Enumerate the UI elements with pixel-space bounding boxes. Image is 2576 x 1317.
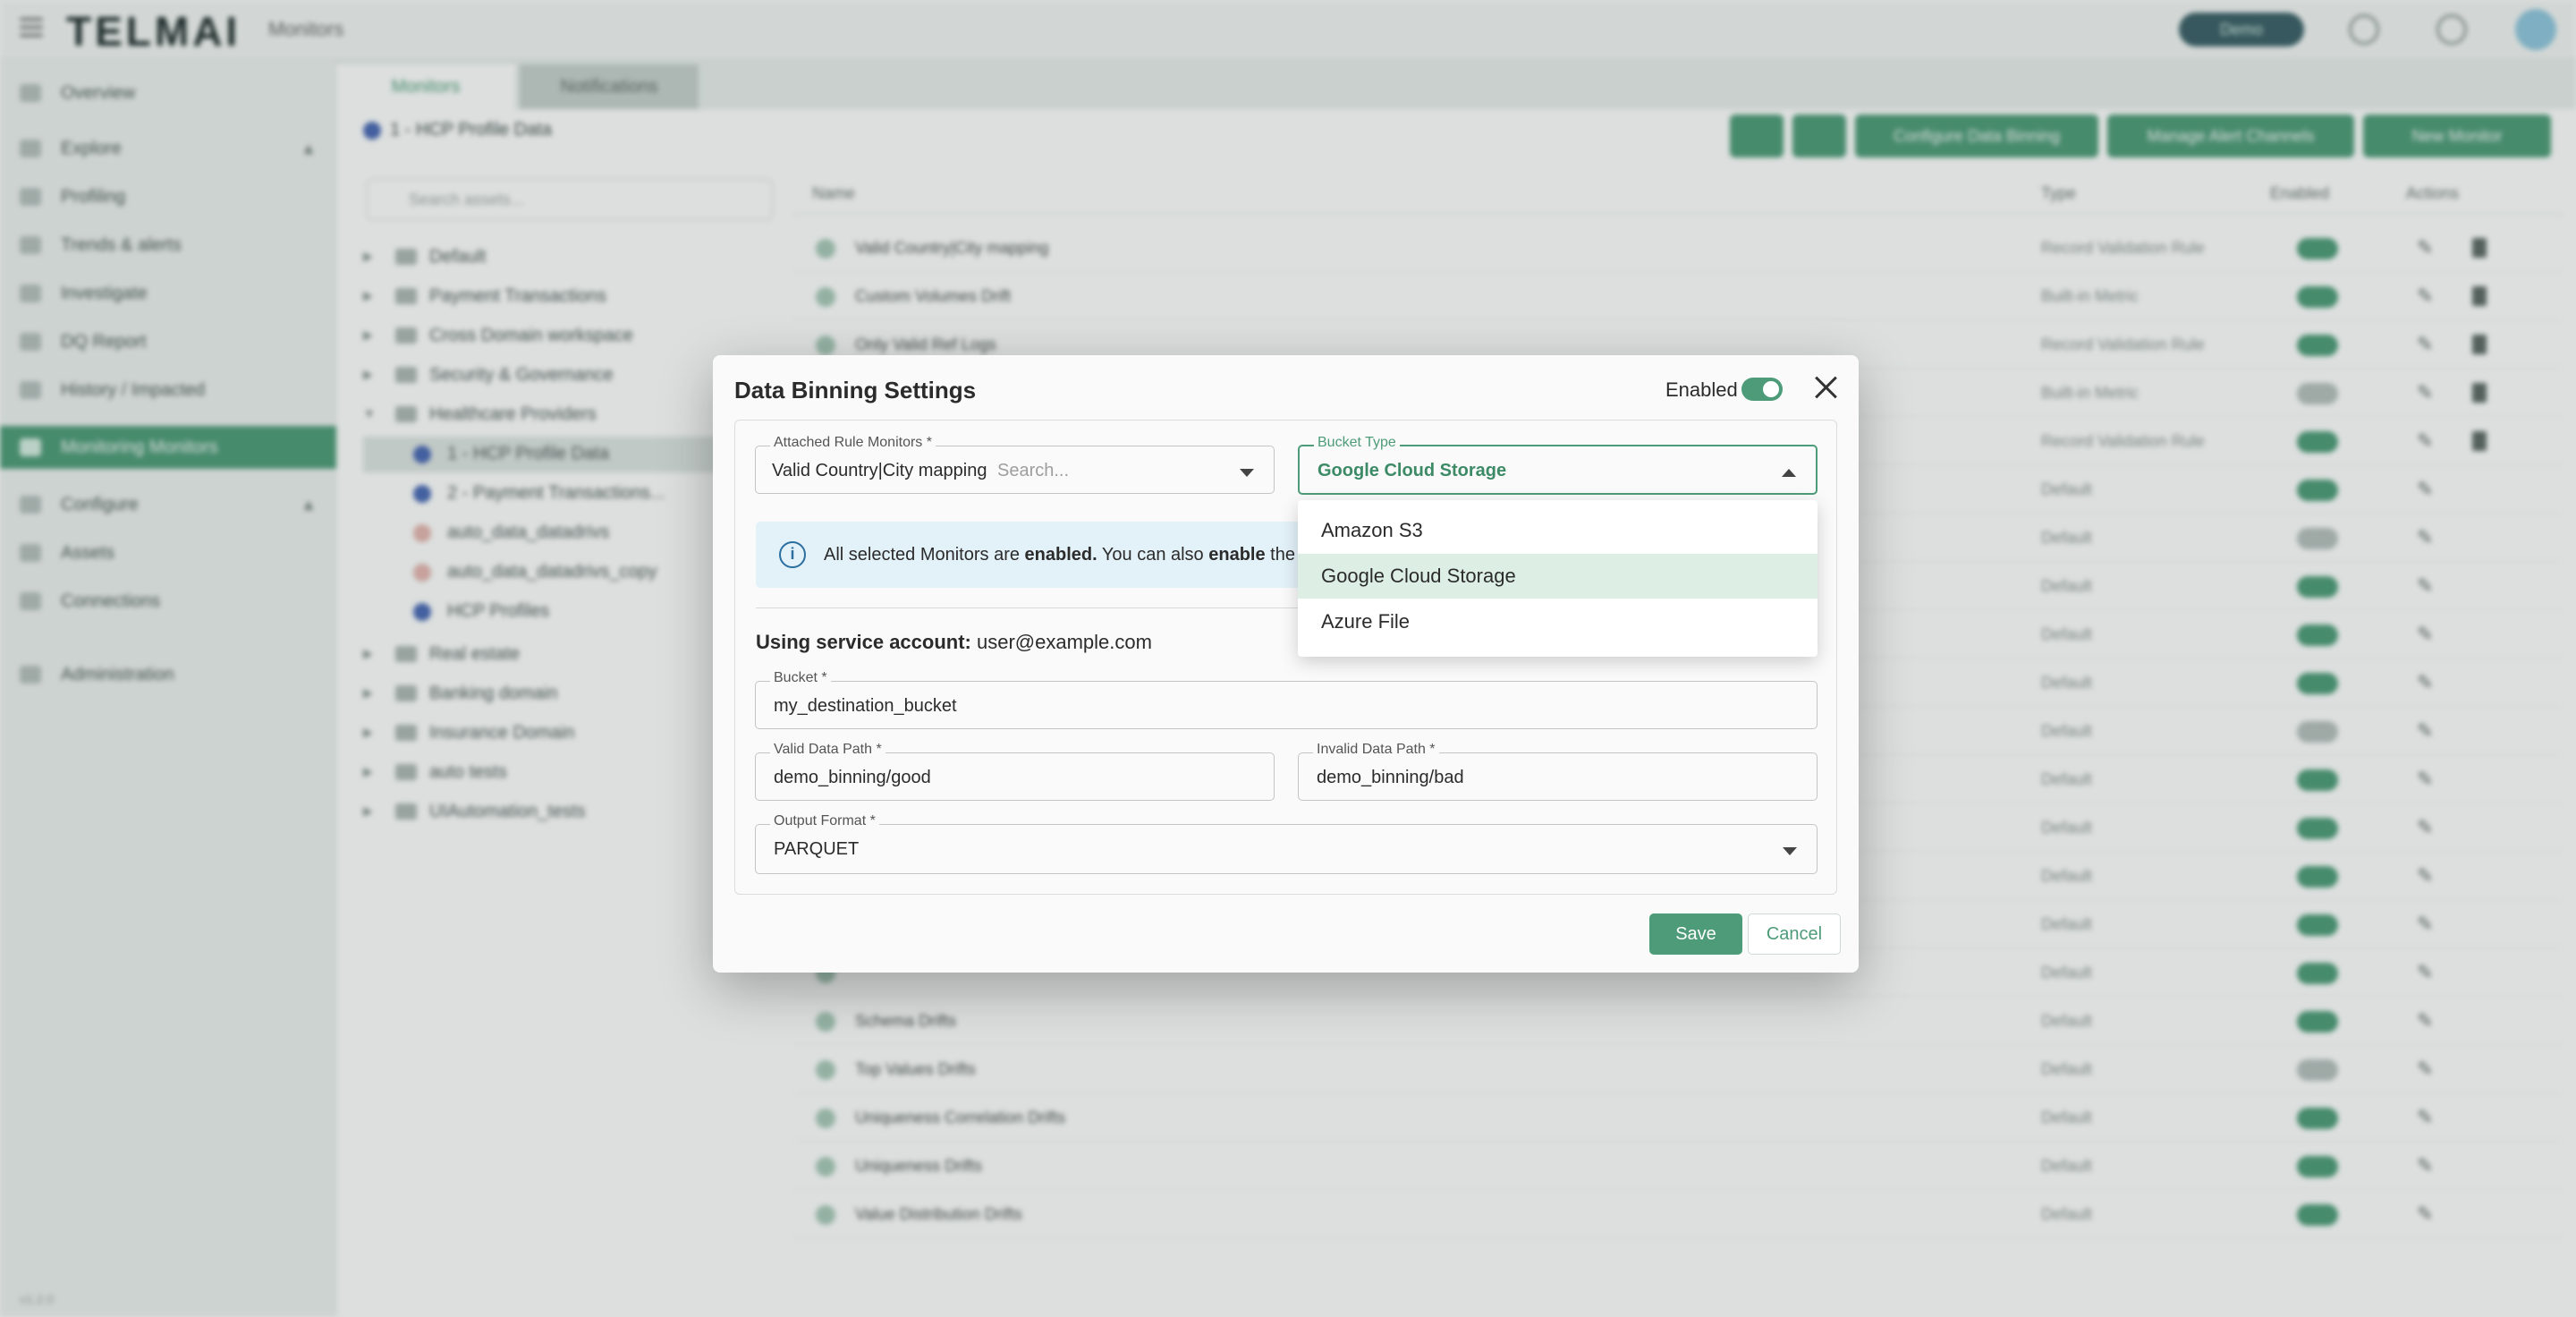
service-account-label: Using service account: (756, 631, 971, 653)
info-text-part: You can also (1097, 545, 1209, 565)
chevron-up-icon[interactable] (1782, 469, 1796, 477)
bucket-type-option-azure-file[interactable]: Azure File (1298, 599, 1818, 644)
output-format-label: Output Format * (770, 813, 879, 829)
bucket-value: my_destination_bucket (774, 696, 957, 716)
bucket-type-menu: Amazon S3 Google Cloud Storage Azure Fil… (1298, 500, 1818, 657)
info-text: All selected Monitors are enabled. You c… (824, 545, 1313, 565)
output-format-select[interactable]: Output Format * PARQUET (755, 813, 1818, 874)
data-binning-dialog: Data Binning Settings Enabled Attached R… (713, 355, 1859, 973)
attached-monitors-select[interactable]: Attached Rule Monitors * Valid Country|C… (755, 435, 1275, 494)
cancel-button[interactable]: Cancel (1748, 913, 1841, 955)
bucket-field[interactable]: Bucket * my_destination_bucket (755, 670, 1818, 729)
bucket-type-label: Bucket Type (1314, 435, 1400, 451)
attached-monitors-label: Attached Rule Monitors * (770, 435, 936, 451)
chevron-down-icon[interactable] (1240, 469, 1254, 477)
valid-data-path-label: Valid Data Path * (770, 742, 886, 758)
toggle-knob (1763, 381, 1779, 397)
dialog-title: Data Binning Settings (734, 377, 977, 404)
bucket-type-option-google-cloud-storage[interactable]: Google Cloud Storage (1298, 554, 1818, 599)
enabled-toggle[interactable] (1741, 378, 1783, 401)
invalid-data-path-field[interactable]: Invalid Data Path * demo_binning/bad (1298, 742, 1818, 801)
close-icon[interactable] (1809, 371, 1842, 404)
valid-data-path-field[interactable]: Valid Data Path * demo_binning/good (755, 742, 1275, 801)
output-format-value: PARQUET (774, 839, 860, 859)
bucket-label: Bucket * (770, 670, 831, 686)
bucket-type-select[interactable]: Bucket Type Google Cloud Storage (1298, 435, 1818, 495)
save-button[interactable]: Save (1649, 913, 1742, 955)
service-account-value: user@example.com (977, 631, 1152, 653)
info-banner: i All selected Monitors are enabled. You… (756, 522, 1328, 588)
valid-data-path-value: demo_binning/good (774, 768, 931, 787)
info-text-bold: enable (1208, 545, 1266, 565)
info-text-bold: enabled. (1024, 545, 1097, 565)
info-text-part: All selected Monitors are (824, 545, 1025, 565)
attached-monitor-value: Valid Country|City mapping (772, 461, 987, 480)
invalid-data-path-value: demo_binning/bad (1317, 768, 1464, 787)
attached-monitors-search[interactable]: Search... (997, 461, 1069, 481)
invalid-data-path-label: Invalid Data Path * (1313, 742, 1439, 758)
chevron-down-icon[interactable] (1783, 847, 1797, 855)
bucket-type-value: Google Cloud Storage (1318, 461, 1507, 480)
info-icon: i (779, 541, 806, 568)
service-account-line: Using service account: user@example.com (756, 631, 1152, 654)
bucket-type-option-amazon-s3[interactable]: Amazon S3 (1298, 508, 1818, 553)
enabled-label: Enabled (1665, 378, 1738, 401)
